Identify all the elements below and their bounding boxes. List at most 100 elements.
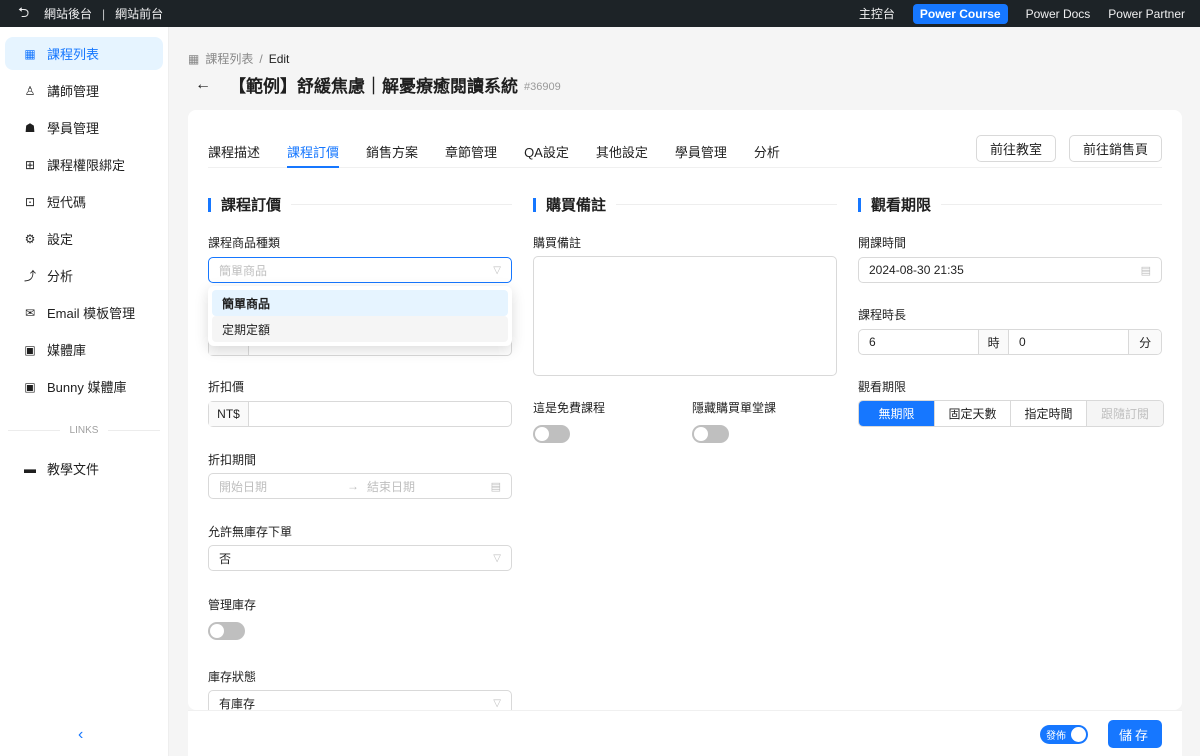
tab-qa[interactable]: QA設定 (524, 135, 569, 168)
access-section-title: 觀看期限 (858, 194, 1162, 215)
admin-topbar: ⮌ 網站後台 | 網站前台 主控台 Power Course Power Doc… (0, 0, 1200, 27)
site-admin-link[interactable]: 網站後台 (44, 5, 92, 22)
separator: | (102, 6, 106, 21)
site-front-link[interactable]: 網站前台 (115, 5, 163, 22)
user-icon: ♙ (24, 83, 36, 98)
tab-chapters[interactable]: 章節管理 (445, 135, 497, 168)
sale-price-input[interactable]: NT$ (208, 401, 512, 427)
book-icon: ▬ (24, 461, 36, 476)
purchase-note-label: 購買備註 (533, 236, 582, 250)
backorder-label: 允許無庫存下單 (208, 525, 293, 539)
sidebar-item-students[interactable]: ☗ 學員管理 (5, 111, 163, 144)
save-button[interactable]: 儲存 (1108, 720, 1162, 748)
tab-students[interactable]: 學員管理 (675, 135, 727, 168)
apps-icon: ⊞ (24, 157, 36, 172)
course-duration-label: 課程時長 (858, 308, 907, 322)
sidebar-item-bunny-media[interactable]: ▣ Bunny 媒體庫 (5, 370, 163, 403)
sidebar-item-course-list[interactable]: ▦ 課程列表 (5, 37, 163, 70)
code-icon: ⊡ (24, 194, 36, 209)
pricing-section-title: 課程訂價 (208, 194, 512, 215)
calendar-icon: ▤ (490, 480, 501, 493)
backorder-select[interactable]: 否 ▽ (208, 545, 512, 571)
footer-bar: 發佈 儲存 (188, 710, 1182, 756)
sidebar-item-label: Bunny 媒體庫 (47, 380, 127, 395)
publish-toggle[interactable]: 發佈 (1040, 725, 1088, 744)
back-arrow-icon[interactable]: ← (195, 76, 211, 94)
page-title: 【範例】舒緩焦慮｜解憂療癒閱讀系統 (229, 77, 518, 96)
access-limit-label: 觀看期限 (858, 380, 907, 394)
collapse-sidebar-icon[interactable]: ‹ (78, 726, 83, 744)
table-icon: ▦ (24, 46, 36, 61)
topbar-link-power-docs[interactable]: Power Docs (1026, 7, 1091, 21)
sidebar-item-media-library[interactable]: ▣ 媒體庫 (5, 333, 163, 366)
manage-stock-label: 管理庫存 (208, 598, 257, 612)
topbar-link-power-partner[interactable]: Power Partner (1108, 7, 1185, 21)
dropdown-option-simple[interactable]: 簡單商品 (212, 290, 508, 316)
sidebar-item-label: 講師管理 (47, 84, 100, 99)
free-course-toggle[interactable] (533, 425, 570, 443)
course-start-datetime[interactable]: 2024-08-30 21:35 ▤ (858, 257, 1162, 283)
sidebar-item-label: 短代碼 (47, 195, 87, 210)
tab-other-settings[interactable]: 其他設定 (596, 135, 648, 168)
mail-icon: ✉ (24, 305, 36, 320)
access-option-fixed-days[interactable]: 固定天數 (935, 401, 1011, 426)
manage-stock-toggle[interactable] (208, 622, 245, 640)
go-sales-page-button[interactable]: 前往銷售頁 (1068, 135, 1162, 162)
sidebar-item-label: 課程列表 (47, 47, 100, 62)
sidebar-item-access-binding[interactable]: ⊞ 課程權限綁定 (5, 148, 163, 181)
chevron-down-icon: ▽ (493, 552, 501, 564)
sale-period-range[interactable]: 開始日期 → 結束日期 ▤ (208, 473, 512, 499)
student-icon: ☗ (24, 120, 36, 135)
free-course-label: 這是免費課程 (533, 401, 606, 415)
purchase-note-textarea[interactable] (533, 256, 837, 376)
hours-input[interactable]: 6 (859, 330, 978, 354)
sidebar-item-label: 設定 (47, 232, 74, 247)
product-type-dropdown: 簡單商品 定期定額 (208, 286, 512, 346)
dropdown-option-subscription[interactable]: 定期定額 (212, 316, 508, 342)
course-duration-input[interactable]: 6 時 0 分 (858, 329, 1162, 355)
hide-single-purchase-toggle[interactable] (692, 425, 729, 443)
hide-single-purchase-label: 隱藏購買單堂課 (692, 401, 777, 415)
table-icon: ▦ (188, 51, 200, 66)
stock-status-select[interactable]: 有庫存 ▽ (208, 690, 512, 710)
go-classroom-button[interactable]: 前往教室 (975, 135, 1056, 162)
links-divider: LINKS (8, 425, 160, 436)
hours-unit: 時 (978, 330, 1010, 354)
breadcrumb-sep: / (259, 51, 263, 66)
topbar-link-dashboard[interactable]: 主控台 (859, 5, 895, 22)
title-row: ← 【範例】舒緩焦慮｜解憂療癒閱讀系統 #36909 (195, 72, 561, 97)
sidebar-item-analytics[interactable]: ⤴ 分析 (5, 259, 163, 292)
minutes-input[interactable]: 0 (1009, 330, 1128, 354)
product-type-select[interactable]: 簡單商品 ▽ (208, 257, 512, 283)
sidebar-item-teachers[interactable]: ♙ 講師管理 (5, 74, 163, 107)
access-option-follow-subscription: 跟隨訂閱 (1087, 401, 1163, 426)
sidebar-item-email-templates[interactable]: ✉ Email 模板管理 (5, 296, 163, 329)
sale-period-label: 折扣期間 (208, 453, 257, 467)
breadcrumb-parent[interactable]: 課程列表 (205, 50, 253, 67)
sidebar-item-label: 課程權限綁定 (47, 158, 126, 173)
media-icon: ▣ (24, 342, 36, 357)
tab-sales-plans[interactable]: 銷售方案 (366, 135, 418, 168)
access-option-specific-time[interactable]: 指定時間 (1011, 401, 1087, 426)
breadcrumb: ▦ 課程列表 / Edit (188, 50, 289, 67)
chevron-down-icon: ▽ (493, 264, 501, 276)
tab-analytics[interactable]: 分析 (754, 135, 780, 168)
topbar-link-power-course[interactable]: Power Course (912, 3, 1008, 24)
sidebar-item-label: Email 模板管理 (47, 306, 136, 321)
access-option-unlimited[interactable]: 無期限 (859, 401, 935, 426)
back-arrow-icon[interactable]: ⮌ (18, 2, 34, 26)
tab-description[interactable]: 課程描述 (208, 135, 260, 168)
edit-card: 課程描述 課程訂價 銷售方案 章節管理 QA設定 其他設定 學員管理 分析 前往… (188, 110, 1182, 710)
sidebar-item-shortcodes[interactable]: ⊡ 短代碼 (5, 185, 163, 218)
sidebar-item-docs[interactable]: ▬ 教學文件 (5, 452, 163, 485)
tab-pricing[interactable]: 課程訂價 (287, 135, 340, 168)
media-icon: ▣ (24, 379, 36, 394)
calendar-icon: ▤ (1140, 264, 1151, 277)
breadcrumb-current: Edit (268, 51, 290, 66)
course-start-label: 開課時間 (858, 236, 907, 250)
sale-price-label: 折扣價 (208, 380, 245, 394)
minutes-unit: 分 (1128, 330, 1161, 354)
stock-status-label: 庫存狀態 (208, 670, 257, 684)
sidebar-item-label: 媒體庫 (47, 343, 87, 358)
sidebar-item-settings[interactable]: ⚙ 設定 (5, 222, 163, 255)
